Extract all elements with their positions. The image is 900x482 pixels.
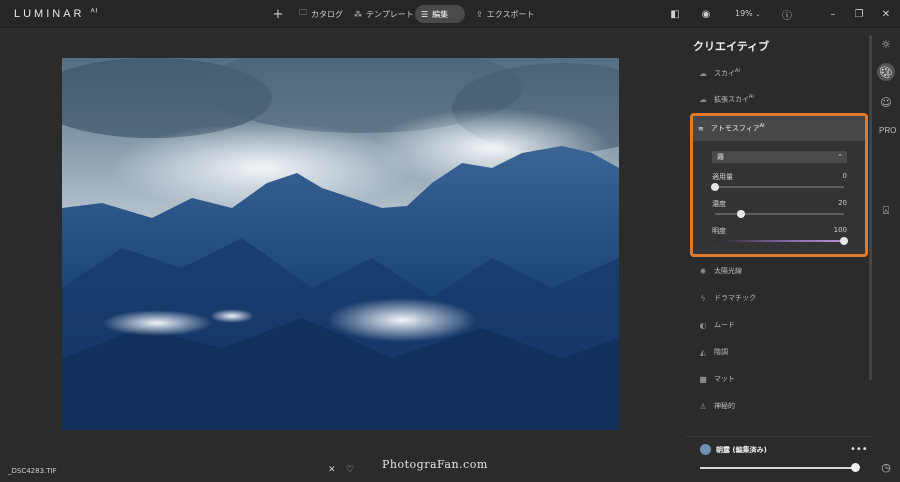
sun-rays-icon: ✺ [699,266,707,276]
portrait-face-icon[interactable]: ☺ [877,93,895,111]
slider-value-density: 20 [838,199,847,207]
slider-label-density: 濃度 [712,200,726,208]
minimize-icon[interactable]: – [825,6,841,22]
filter-matte[interactable]: ■ マット [698,372,863,386]
panel-title: クリエイティブ [693,40,770,53]
creative-palette-icon[interactable]: 🎨︎ [877,63,895,81]
magic-icon: ⁂ [354,9,362,19]
tone-icon: ◭ [699,347,707,357]
panel-scrollbar[interactable] [869,35,872,380]
mystic-icon: ♙ [699,401,707,411]
slider-knob[interactable] [711,183,719,191]
filter-dramatic[interactable]: ϟ ドラマチック [698,291,863,305]
filter-sunrays[interactable]: ✺ 太陽光線 [698,264,863,278]
tab-export[interactable]: ⇪ エクスポート [470,5,540,23]
waves-icon: ≋ [698,124,704,133]
preset-amount-slider[interactable] [700,467,856,469]
pro-icon[interactable]: PRO [879,126,896,135]
tab-edit[interactable]: ☰ 編集 [415,5,465,23]
slider-amount[interactable] [711,183,844,191]
restore-icon[interactable]: ❐ [851,6,867,22]
info-icon[interactable]: ⓘ [779,6,795,22]
essentials-sun-icon[interactable]: ☼ [877,35,895,53]
matte-icon: ■ [699,374,707,384]
top-toolbar: LUMINAR AI + 🗀 カタログ ⁂ テンプレート ☰ 編集 ⇪ エクスポ… [0,0,900,28]
file-name: _DSC4283.TIF [8,467,57,475]
sliders-icon: ☰ [421,9,429,19]
watermark: PhotograFan.com [382,458,488,471]
atmosphere-header[interactable]: ≋ アトモスフィアAI [693,116,865,141]
slider-label-lightness: 明度 [712,227,726,235]
creative-panel: クリエイティブ ☁ スカイAI ☁ 拡張スカイAI ≋ アトモスフィアAI 霧 … [686,28,871,482]
tab-templates[interactable]: ⁂ テンプレート [348,5,420,23]
cloud-icon: ☁ [699,68,707,78]
atmosphere-panel: ≋ アトモスフィアAI 霧 ⌃ 適用量 0 濃度 20 明度 100 [690,113,868,257]
filter-mood[interactable]: ◐ ムード [698,318,863,332]
more-icon[interactable]: ••• [850,444,868,455]
slider-knob[interactable] [840,237,848,245]
luminar-window: LUMINAR AI + 🗀 カタログ ⁂ テンプレート ☰ 編集 ⇪ エクスポ… [0,0,900,482]
mood-icon: ◐ [699,320,707,330]
compare-icon[interactable]: ◧ [667,6,683,22]
slider-value-lightness: 100 [833,226,847,234]
slider-knob[interactable] [736,210,745,218]
preset-row[interactable]: 朝露 (編集済み) [700,444,767,455]
history-clock-icon[interactable]: ◷ [877,458,895,476]
folder-icon: 🗀 [299,8,307,17]
tab-catalog[interactable]: 🗀 カタログ [293,5,349,23]
eye-icon[interactable]: ◉ [698,6,714,22]
filter-toning[interactable]: ◭ 階調 [698,345,863,359]
app-logo: LUMINAR AI [14,8,99,20]
filter-augmented-sky[interactable]: ☁ 拡張スカイAI [698,92,863,106]
cloud-plus-icon: ☁ [699,94,707,104]
slider-density[interactable] [715,210,844,218]
slider-label-amount: 適用量 [712,173,733,181]
plus-icon[interactable]: + [270,6,286,22]
divider [686,436,871,437]
slider-value-amount: 0 [842,172,847,180]
heart-icon[interactable]: ♡ [346,465,354,475]
photo-canvas[interactable] [62,58,619,430]
filter-sky[interactable]: ☁ スカイAI [698,66,863,80]
canvas-icon[interactable]: ⍓ [877,202,895,220]
slider-lightness[interactable] [715,237,848,245]
zoom-level[interactable]: 19% ⌄ [735,9,760,18]
atmosphere-type-select[interactable]: 霧 ⌃ [712,151,847,163]
reject-icon[interactable]: ✕ [328,465,336,475]
export-icon: ⇪ [476,9,483,19]
mountain-photo [62,58,619,430]
select-caret-icon: ⌃ [837,153,843,161]
preset-amount-knob[interactable] [851,463,860,472]
filter-mystical[interactable]: ♙ 神秘的 [698,399,863,413]
bolt-icon: ϟ [700,293,706,303]
close-icon[interactable]: ✕ [878,6,894,22]
preset-thumbnail [700,444,711,455]
